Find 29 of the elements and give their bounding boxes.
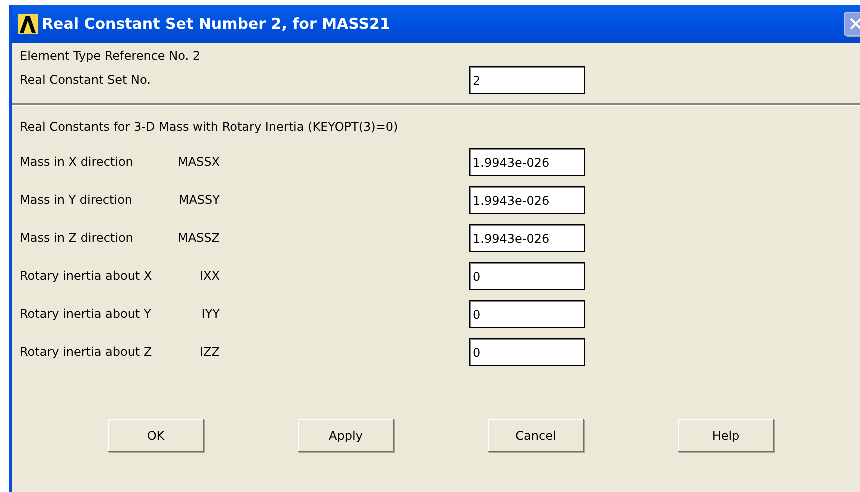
- input-field[interactable]: 2: [469, 66, 585, 94]
- input-field[interactable]: 0: [469, 300, 585, 328]
- field-label: Rotary inertia about X: [20, 269, 154, 283]
- input-field[interactable]: 1.9943e-026: [469, 186, 585, 214]
- symbol-label: MASSZ: [176, 231, 220, 245]
- symbol-label: MASSX: [176, 155, 220, 169]
- element-type-label: Element Type Reference No. 2: [20, 49, 202, 63]
- field-label: Mass in X direction: [20, 155, 134, 169]
- input-field[interactable]: 0: [469, 262, 585, 290]
- field-label: Rotary inertia about Y: [20, 307, 152, 321]
- dialog-button[interactable]: OK: [108, 419, 204, 452]
- close-icon: [849, 17, 860, 31]
- input-field[interactable]: 0: [469, 338, 585, 366]
- field-label: Rotary inertia about Z: [20, 345, 154, 359]
- dialog-button[interactable]: Cancel: [488, 419, 584, 452]
- symbol-label: MASSY: [178, 193, 220, 207]
- symbol-label: IXX: [199, 269, 220, 283]
- dialog-button[interactable]: Apply: [298, 419, 394, 452]
- section-heading: Real Constants for 3-D Mass with Rotary Inertia (KEYOPT(3)=0): [20, 120, 398, 134]
- window-title: Real Constant Set Number 2, for MASS21: [42, 15, 390, 33]
- field-label: Mass in Y direction: [20, 193, 134, 207]
- symbol-label: IZZ: [199, 345, 220, 359]
- symbol-label: IYY: [200, 307, 220, 321]
- input-field[interactable]: 1.9943e-026: [469, 148, 585, 176]
- input-field[interactable]: 1.9943e-026: [469, 224, 585, 252]
- dialog-button[interactable]: Help: [678, 419, 774, 452]
- field-label: Real Constant Set No.: [20, 73, 152, 87]
- field-label: Mass in Z direction: [20, 231, 134, 245]
- app-logo-icon: [18, 14, 38, 34]
